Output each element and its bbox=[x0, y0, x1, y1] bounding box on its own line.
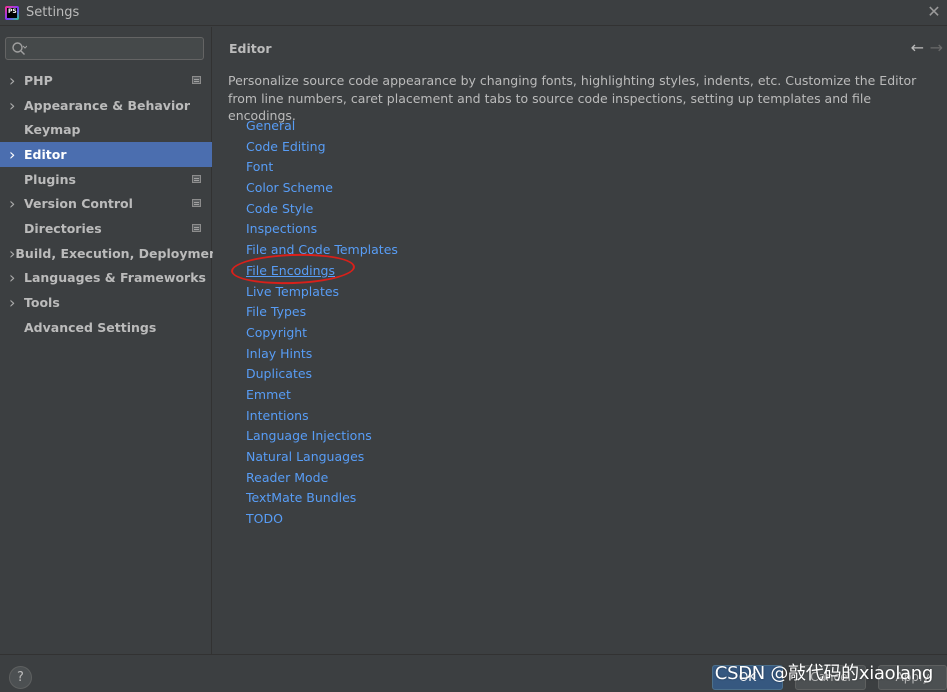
chevron-right-icon[interactable]: › bbox=[0, 71, 24, 90]
link-textmate-bundles[interactable]: TextMate Bundles bbox=[246, 488, 398, 509]
sidebar-item-label: Build, Execution, Deployment bbox=[15, 245, 224, 261]
back-arrow-icon[interactable]: ← bbox=[911, 38, 924, 57]
link-duplicates[interactable]: Duplicates bbox=[246, 364, 398, 385]
sidebar-item-version-control[interactable]: › Version Control bbox=[0, 191, 212, 216]
link-live-templates[interactable]: Live Templates bbox=[246, 282, 398, 303]
link-general[interactable]: General bbox=[246, 116, 398, 137]
project-scope-icon bbox=[192, 199, 201, 208]
link-code-style[interactable]: Code Style bbox=[246, 199, 398, 220]
link-inlay-hints[interactable]: Inlay Hints bbox=[246, 344, 398, 365]
sidebar-item-label: PHP bbox=[24, 72, 53, 88]
sidebar-item-label: Languages & Frameworks bbox=[24, 270, 206, 286]
sidebar-item-label: Appearance & Behavior bbox=[24, 97, 190, 113]
link-language-injections[interactable]: Language Injections bbox=[246, 426, 398, 447]
sidebar-item-label: Directories bbox=[24, 220, 102, 236]
link-file-types[interactable]: File Types bbox=[246, 302, 398, 323]
sidebar-item-directories[interactable]: Directories bbox=[0, 216, 212, 241]
chevron-right-icon[interactable]: › bbox=[0, 268, 24, 287]
help-button[interactable]: ? bbox=[9, 666, 32, 689]
sidebar-item-label: Keymap bbox=[24, 122, 81, 138]
link-emmet[interactable]: Emmet bbox=[246, 385, 398, 406]
chevron-right-icon[interactable]: › bbox=[0, 244, 15, 263]
settings-sidebar: › PHP › Appearance & Behavior Keymap › Editor P… bbox=[0, 27, 224, 654]
settings-tree: › PHP › Appearance & Behavior Keymap › Editor P… bbox=[0, 68, 224, 340]
dialog-footer: ? OK Cancel Apply CSDN @敲代码的xiaolang bbox=[0, 654, 947, 692]
sidebar-item-label: Advanced Settings bbox=[24, 319, 157, 335]
window-title: Settings bbox=[26, 5, 80, 20]
app-logo-text: PS bbox=[8, 7, 17, 15]
sidebar-item-build-execution-deployment[interactable]: › Build, Execution, Deployment bbox=[0, 241, 224, 266]
sidebar-item-advanced-settings[interactable]: Advanced Settings bbox=[0, 315, 212, 340]
sidebar-item-languages-frameworks[interactable]: › Languages & Frameworks bbox=[0, 266, 212, 291]
search-input[interactable] bbox=[30, 40, 200, 57]
sidebar-item-keymap[interactable]: Keymap bbox=[0, 117, 212, 142]
link-font[interactable]: Font bbox=[246, 157, 398, 178]
link-copyright[interactable]: Copyright bbox=[246, 323, 398, 344]
sidebar-item-label: Plugins bbox=[24, 171, 76, 187]
chevron-right-icon[interactable]: › bbox=[0, 194, 24, 213]
link-intentions[interactable]: Intentions bbox=[246, 406, 398, 427]
sidebar-item-label: Version Control bbox=[24, 196, 133, 212]
app-logo: PS bbox=[5, 5, 19, 20]
sidebar-item-php[interactable]: › PHP bbox=[0, 68, 212, 93]
link-color-scheme[interactable]: Color Scheme bbox=[246, 178, 398, 199]
sidebar-item-appearance-behavior[interactable]: › Appearance & Behavior bbox=[0, 93, 212, 118]
chevron-right-icon[interactable]: › bbox=[0, 96, 24, 115]
project-scope-icon bbox=[192, 76, 201, 84]
chevron-right-icon[interactable]: › bbox=[0, 145, 24, 164]
sidebar-item-plugins[interactable]: Plugins bbox=[0, 167, 212, 192]
csdn-watermark: CSDN @敲代码的xiaolang bbox=[714, 663, 934, 684]
forward-arrow-icon[interactable]: → bbox=[930, 38, 943, 57]
link-inspections[interactable]: Inspections bbox=[246, 219, 398, 240]
sidebar-item-label: Editor bbox=[24, 146, 67, 162]
link-natural-languages[interactable]: Natural Languages bbox=[246, 447, 398, 468]
link-code-editing[interactable]: Code Editing bbox=[246, 137, 398, 158]
sidebar-item-tools[interactable]: › Tools bbox=[0, 290, 212, 315]
search-box[interactable] bbox=[5, 37, 204, 60]
chevron-right-icon[interactable]: › bbox=[0, 293, 24, 312]
sidebar-item-editor[interactable]: › Editor bbox=[0, 142, 212, 167]
title-bar: PS Settings ✕ bbox=[0, 0, 947, 26]
project-scope-icon bbox=[192, 174, 201, 183]
sidebar-item-label: Tools bbox=[24, 295, 60, 311]
page-title: Editor bbox=[229, 41, 272, 56]
editor-subpage-links: General Code Editing Font Color Scheme Code … bbox=[246, 116, 398, 530]
link-reader-mode[interactable]: Reader Mode bbox=[246, 468, 398, 489]
search-icon bbox=[12, 42, 27, 55]
link-todo[interactable]: TODO bbox=[246, 509, 398, 530]
editor-settings-panel: Editor ← → Personalize source code appea… bbox=[213, 27, 947, 654]
project-scope-icon bbox=[192, 224, 201, 233]
close-icon[interactable]: ✕ bbox=[925, 3, 943, 21]
